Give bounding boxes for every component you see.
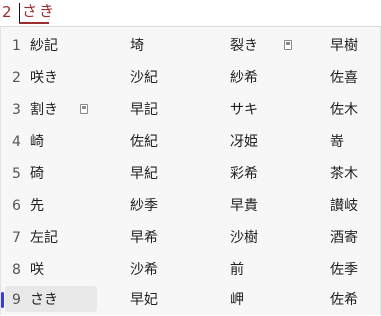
dictionary-icon	[284, 40, 292, 50]
candidate-item[interactable]: 彩希	[230, 166, 258, 182]
composition-underline	[19, 22, 49, 24]
candidate-row: 2 咲き 沙紀 紗希 佐喜	[1, 62, 381, 94]
candidate-item[interactable]: 佐季	[330, 262, 358, 278]
candidate-row: 6 先 紗季 早貴 讃岐	[1, 190, 381, 222]
candidate-item[interactable]: 沙紀	[130, 70, 158, 86]
candidate-item[interactable]: 酒寄	[330, 230, 358, 246]
candidate-row: 4 崎 佐紀 冴姫 嵜	[1, 126, 381, 158]
candidate-row-index: 3	[12, 102, 21, 118]
candidate-item[interactable]: 裂き	[230, 38, 258, 54]
candidate-item[interactable]: 沙樹	[230, 230, 258, 246]
candidate-row: 5 碕 早紀 彩希 茶木	[1, 158, 381, 190]
ime-composition-line: 2 さき	[0, 0, 381, 26]
candidate-item[interactable]: 佐紀	[130, 134, 158, 150]
candidate-item[interactable]: 冴姫	[230, 134, 258, 150]
candidate-item[interactable]: 埼	[130, 38, 144, 54]
candidate-row-index: 1	[12, 38, 21, 54]
selected-candidate-item[interactable]: さき	[30, 292, 58, 308]
candidate-item[interactable]: 割き	[30, 102, 58, 118]
candidate-row-index: 6	[12, 198, 21, 214]
candidate-item[interactable]: 茶木	[330, 166, 358, 182]
text-caret	[19, 3, 20, 22]
candidate-item[interactable]: 崎	[30, 134, 44, 150]
candidate-item[interactable]: 早希	[130, 230, 158, 246]
candidate-row: 3 割き 早記 サキ 佐木	[1, 94, 381, 126]
candidate-item[interactable]: 沙希	[130, 262, 158, 278]
candidate-row-selected: 9 さき 早妃 岬 佐希	[1, 284, 381, 316]
candidate-item[interactable]: 早樹	[330, 38, 358, 54]
candidate-item[interactable]: 讃岐	[330, 198, 358, 214]
candidate-row-index: 7	[12, 230, 21, 246]
candidate-row-index: 5	[12, 166, 21, 182]
candidate-row-index: 4	[12, 134, 21, 150]
ime-prefix-text: 2	[2, 3, 12, 21]
candidate-item[interactable]: 早妃	[130, 292, 158, 308]
candidate-item[interactable]: 早貴	[230, 198, 258, 214]
candidate-row-index: 9	[12, 292, 21, 308]
composition-text: さき	[22, 2, 57, 20]
candidate-item[interactable]: 佐喜	[330, 70, 358, 86]
candidate-item[interactable]: 紗希	[230, 70, 258, 86]
dictionary-icon	[80, 104, 88, 114]
candidate-item[interactable]: サキ	[230, 102, 258, 118]
candidate-item[interactable]: 早紀	[130, 166, 158, 182]
candidate-item[interactable]: 咲	[30, 262, 44, 278]
candidate-item[interactable]: 前	[230, 262, 244, 278]
candidate-row: 1 紗記 埼 裂き 早樹	[1, 30, 381, 62]
candidate-item[interactable]: 先	[30, 198, 44, 214]
candidate-row: 7 左記 早希 沙樹 酒寄	[1, 222, 381, 254]
candidate-row-index: 2	[12, 70, 21, 86]
candidate-item[interactable]: 岬	[230, 292, 244, 308]
candidate-item[interactable]: 左記	[30, 230, 58, 246]
candidate-item[interactable]: 佐希	[330, 292, 358, 308]
candidate-item[interactable]: 碕	[30, 166, 44, 182]
candidate-item[interactable]: 紗記	[30, 38, 58, 54]
candidate-row-index: 8	[12, 262, 21, 278]
candidate-window: 1 紗記 埼 裂き 早樹 2 咲き 沙紀 紗希 佐喜 3 割き 早記 サキ 佐木…	[0, 26, 381, 315]
candidate-row: 8 咲 沙希 前 佐季	[1, 254, 381, 286]
candidate-item[interactable]: 紗季	[130, 198, 158, 214]
candidate-item[interactable]: 早記	[130, 102, 158, 118]
candidate-item[interactable]: 嵜	[330, 134, 344, 150]
candidate-item[interactable]: 佐木	[330, 102, 358, 118]
candidate-item[interactable]: 咲き	[30, 70, 58, 86]
